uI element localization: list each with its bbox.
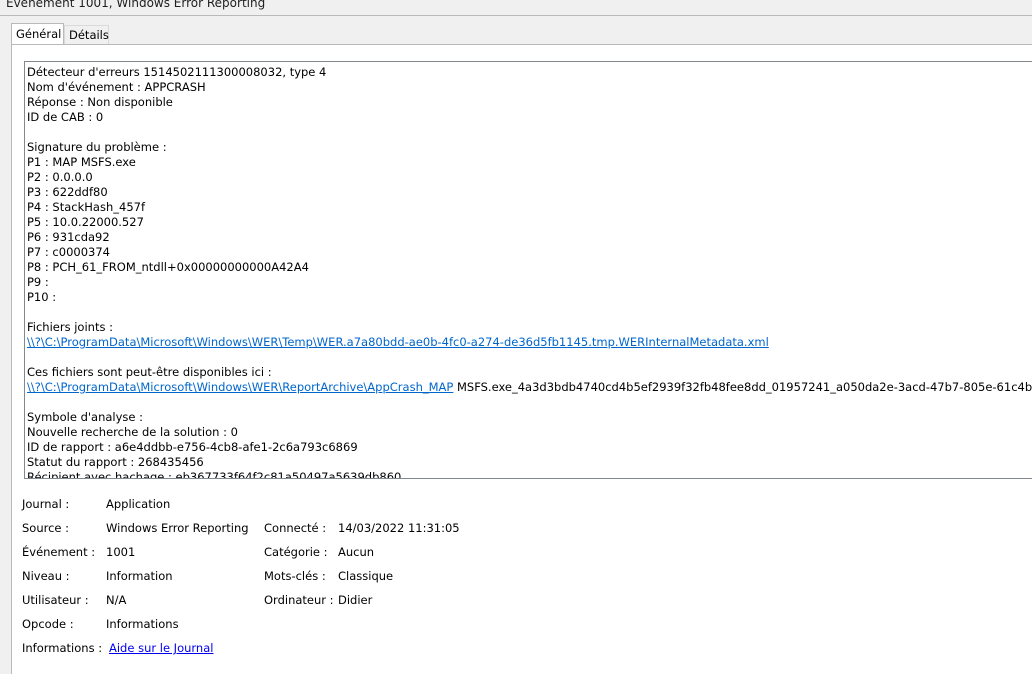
source-value: Windows Error Reporting — [106, 521, 249, 535]
desc-line: P7 : c0000374 — [27, 245, 110, 259]
category-value: Aucun — [338, 545, 375, 559]
desc-blank-line — [27, 125, 1032, 140]
desc-line: P5 : 10.0.22000.527 — [27, 215, 144, 229]
desc-line: Statut du rapport : 268435456 — [27, 455, 204, 469]
desc-line: Symbole d'analyse : — [27, 410, 144, 424]
desc-line: P3 : 622ddf80 — [27, 185, 108, 199]
category-label: Catégorie : — [264, 545, 328, 559]
desc-line: P8 : PCH_61_FROM_ntdll+0x00000000000A42A… — [27, 260, 309, 274]
tab-general[interactable]: Général — [11, 23, 64, 44]
user-value: N/A — [106, 593, 127, 607]
connected-value: 14/03/2022 11:31:05 — [338, 521, 460, 535]
desc-line: P2 : 0.0.0.0 — [27, 170, 93, 184]
desc-blank-line — [27, 395, 1032, 410]
computer-value: Didier — [338, 593, 373, 607]
opcode-label: Opcode : — [22, 617, 74, 631]
tab-details[interactable]: Détails — [64, 25, 109, 44]
desc-blank-line — [27, 350, 1032, 365]
journal-label: Journal : — [22, 497, 70, 511]
desc-line: Récipient avec hachage : eb367733f64f2c8… — [27, 470, 402, 479]
opcode-value: Informations — [106, 617, 179, 631]
level-value: Information — [106, 569, 173, 583]
archive-link[interactable]: \\?\C:\ProgramData\Microsoft\Windows\WER… — [27, 380, 453, 394]
desc-line: Ces fichiers sont peut-être disponibles … — [27, 365, 272, 379]
desc-line: ID de rapport : a6e4ddbb-e756-4cb8-afe1-… — [27, 440, 358, 454]
desc-line: P6 : 931cda92 — [27, 230, 110, 244]
event-id-value: 1001 — [106, 545, 136, 559]
desc-line: P9 : — [27, 275, 49, 289]
log-help-link[interactable]: Aide sur le Journal — [109, 641, 213, 656]
source-label: Source : — [22, 521, 70, 535]
connected-label: Connecté : — [264, 521, 327, 535]
window-titlebar: Événement 1001, Windows Error Reporting — [0, 0, 1032, 16]
window-title: Événement 1001, Windows Error Reporting — [6, 0, 266, 10]
desc-line: Nom d'événement : APPCRASH — [27, 80, 206, 94]
keywords-label: Mots-clés : — [264, 569, 326, 583]
desc-line: ID de CAB : 0 — [27, 110, 104, 124]
desc-line: Signature du problème : — [27, 140, 167, 154]
desc-line: Réponse : Non disponible — [27, 95, 173, 109]
level-label: Niveau : — [22, 569, 70, 583]
attached-file-link[interactable]: \\?\C:\ProgramData\Microsoft\Windows\WER… — [27, 335, 1032, 350]
desc-line: P4 : StackHash_457f — [27, 200, 145, 214]
event-description-box[interactable]: Détecteur d'erreurs 1514502111300008032,… — [24, 61, 1032, 479]
desc-line: Fichiers joints : — [27, 320, 113, 334]
info-label: Informations : — [22, 641, 103, 655]
desc-line: P1 : MAP MSFS.exe — [27, 155, 136, 169]
computer-label: Ordinateur : — [264, 593, 334, 607]
journal-value: Application — [106, 497, 171, 511]
desc-line: Détecteur d'erreurs 1514502111300008032,… — [27, 65, 327, 79]
keywords-value: Classique — [338, 569, 394, 583]
event-description-text: Détecteur d'erreurs 1514502111300008032,… — [27, 65, 1032, 479]
event-id-label: Événement : — [22, 545, 96, 559]
desc-line: Nouvelle recherche de la solution : 0 — [27, 425, 238, 439]
archive-path-line: \\?\C:\ProgramData\Microsoft\Windows\WER… — [27, 380, 1032, 395]
user-label: Utilisateur : — [22, 593, 89, 607]
desc-line: P10 : — [27, 290, 57, 304]
archive-suffix: MSFS.exe_4a3d3bdb4740cd4b5ef2939f32fb48f… — [453, 380, 1032, 394]
desc-blank-line — [27, 305, 1032, 320]
